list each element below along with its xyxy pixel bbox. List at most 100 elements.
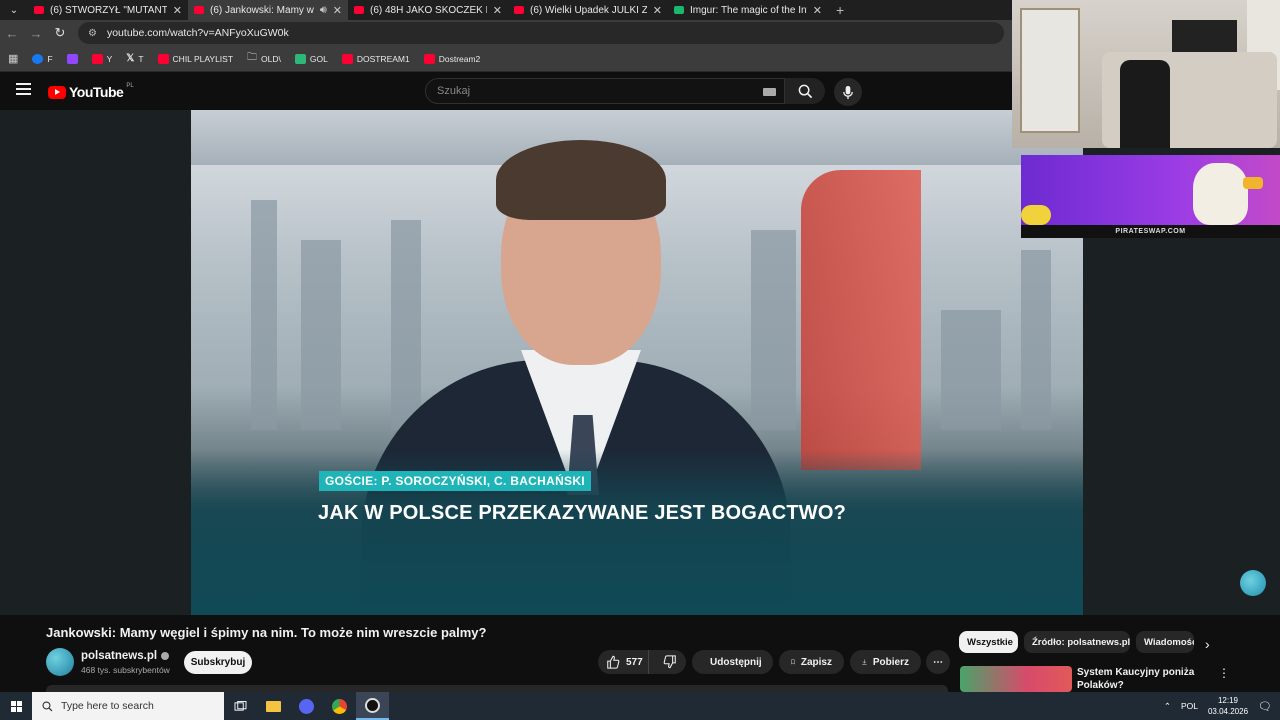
subscriber-count: 468 tys. subskrybentów [81, 665, 170, 675]
presenter-hair [496, 140, 666, 220]
bookmark-icon [791, 659, 795, 665]
channel-avatar[interactable] [46, 648, 74, 676]
discord-icon[interactable] [290, 692, 323, 720]
obs-icon[interactable] [356, 692, 389, 720]
bookmark-label: GOL [309, 53, 328, 64]
bookmark-label: DOSTREAM1 [356, 53, 410, 64]
skyline-building [301, 240, 341, 430]
audio-icon[interactable]: 🔊︎ [320, 4, 327, 17]
channel-name-text[interactable]: polsatnews.pl [81, 650, 157, 662]
ad-caption: PIRATESWAP.COM [1021, 225, 1280, 238]
voice-search-button[interactable] [834, 78, 862, 106]
reload-icon[interactable]: ↻ [48, 25, 72, 41]
subscribe-button[interactable]: Subskrybuj [184, 651, 252, 674]
more-actions-button[interactable]: ⋯ [926, 650, 950, 674]
bookmark-item[interactable]: CHIL PLAYLIST [157, 53, 233, 64]
close-tab-icon[interactable]: ✕ [173, 4, 182, 17]
youtube-icon [157, 53, 169, 64]
apps-grid-icon[interactable]: ▦ [8, 52, 18, 65]
save-button[interactable]: Zapisz [779, 650, 844, 674]
channel-name[interactable]: polsatnews.pl [81, 650, 170, 662]
browser-tab[interactable]: (6) STWORZYŁ "MUTANTÓW" 2 ✕ [28, 0, 188, 20]
youtube-header: YouTube PL Szukaj [0, 72, 1012, 110]
browser-tab[interactable]: (6) 48H JAKO SKOCZEK NARCIA ✕ [348, 0, 508, 20]
thumbs-up-icon [607, 655, 620, 669]
chip-source[interactable]: Źródło: polsatnews.pl [1024, 631, 1130, 653]
url-bar[interactable]: ⚙ youtube.com/watch?v=ANFyoXuGW0k [78, 22, 1004, 44]
folder-icon: 🗀 [247, 52, 258, 63]
windows-taskbar: Type here to search ⌃ POL 12:19 03.04.20… [0, 692, 1280, 720]
clock-time: 12:19 [1217, 696, 1239, 705]
clock[interactable]: 12:19 03.04.2026 [1208, 695, 1248, 717]
channel-watermark-icon[interactable] [1240, 570, 1266, 596]
dislike-button[interactable] [655, 655, 686, 669]
microphone-icon [843, 85, 853, 99]
bookmark-item[interactable]: Dostream2 [423, 53, 480, 64]
bookmark-label: F [47, 53, 53, 64]
tab-title: (6) 48H JAKO SKOCZEK NARCIA [370, 4, 487, 16]
chevron-right-icon[interactable]: › [1205, 636, 1210, 652]
chip-news[interactable]: Wiadomości [1136, 631, 1194, 653]
file-explorer-icon[interactable] [257, 692, 290, 720]
task-view-icon[interactable] [224, 692, 257, 720]
search-button[interactable] [785, 78, 825, 104]
recommendation-menu-icon[interactable]: ⋮ [1218, 666, 1230, 680]
x-icon: 𝕏 [126, 53, 135, 64]
site-info-icon[interactable]: ⚙ [88, 28, 97, 39]
close-tab-icon[interactable]: ✕ [653, 4, 662, 17]
verified-icon [161, 652, 170, 660]
browser-tab[interactable]: (6) Wielki Upadek JULKI ŻUGAJ ✕ [508, 0, 668, 20]
menu-hamburger-icon[interactable] [16, 83, 31, 98]
start-button[interactable] [0, 692, 32, 720]
youtube-logo[interactable]: YouTube PL [48, 83, 134, 100]
youtube-icon [341, 53, 353, 64]
share-button[interactable]: Udostępnij [692, 650, 773, 674]
search-icon [798, 84, 812, 98]
bookmark-item[interactable]: Y [91, 53, 112, 64]
tab-title: (6) Jankowski: Mamy węgiel [210, 4, 314, 16]
gol-icon [294, 53, 306, 64]
chevron-up-icon[interactable]: ⌃ [1164, 701, 1171, 712]
taskbar-search[interactable]: Type here to search [32, 692, 224, 720]
forward-arrow-icon[interactable]: → [24, 26, 48, 41]
recommendation-title[interactable]: System Kaucyjny poniża Polaków? [1077, 666, 1207, 692]
webcam-window [1020, 8, 1080, 133]
skyline-building [941, 310, 1001, 430]
sponsor-ad-overlay: PIRATESWAP.COM [1021, 155, 1280, 238]
new-tab-button[interactable]: + [828, 2, 852, 18]
bookmark-item[interactable] [66, 53, 78, 64]
download-button[interactable]: Pobierz [850, 650, 921, 674]
close-tab-icon[interactable]: ✕ [333, 4, 342, 17]
like-count: 577 [626, 656, 643, 668]
bookmark-label: T [138, 53, 144, 64]
guests-banner: GOŚCIE: P. SOROCZYŃSKI, C. BACHAŃSKI [319, 471, 591, 491]
bookmark-item[interactable]: F [32, 53, 53, 64]
url-text[interactable]: youtube.com/watch?v=ANFyoXuGW0k [107, 27, 289, 39]
skyline-building [751, 230, 796, 430]
browser-tab-active[interactable]: (6) Jankowski: Mamy węgiel 🔊︎ ✕ [188, 0, 348, 20]
bookmark-item[interactable]: 𝕏 T [126, 53, 143, 64]
imgur-favicon-icon [674, 6, 684, 14]
search-icon [42, 700, 53, 711]
bookmark-item[interactable]: GOL [294, 53, 328, 64]
skyline-building [391, 220, 421, 430]
back-arrow-icon[interactable]: ← [0, 26, 24, 41]
video-frame[interactable]: GOŚCIE: P. SOROCZYŃSKI, C. BACHAŃSKI JAK… [191, 110, 1083, 615]
address-bar-row: ← → ↻ ⚙ youtube.com/watch?v=ANFyoXuGW0k [0, 20, 1012, 46]
chip-all[interactable]: Wszystkie [959, 631, 1018, 653]
notification-icon[interactable]: 🗨︎ [1258, 700, 1272, 713]
search-input[interactable]: Szukaj [425, 78, 785, 104]
tab-search-chevron-icon[interactable]: ⌄ [0, 0, 28, 20]
chrome-icon[interactable] [323, 692, 356, 720]
save-label: Zapisz [800, 656, 832, 668]
close-tab-icon[interactable]: ✕ [813, 4, 822, 17]
close-tab-icon[interactable]: ✕ [493, 4, 502, 17]
browser-tab[interactable]: Imgur: The magic of the Interne ✕ [668, 0, 828, 20]
bookmark-folder[interactable]: 🗀 OLD\ [247, 50, 281, 67]
keyboard-icon[interactable] [763, 88, 776, 96]
bookmark-item[interactable]: DOSTREAM1 [341, 53, 410, 64]
like-button[interactable]: 577 [598, 650, 649, 674]
youtube-play-icon [48, 85, 66, 99]
recommendation-thumbnail[interactable] [960, 666, 1072, 692]
language-indicator[interactable]: POL [1181, 701, 1198, 711]
